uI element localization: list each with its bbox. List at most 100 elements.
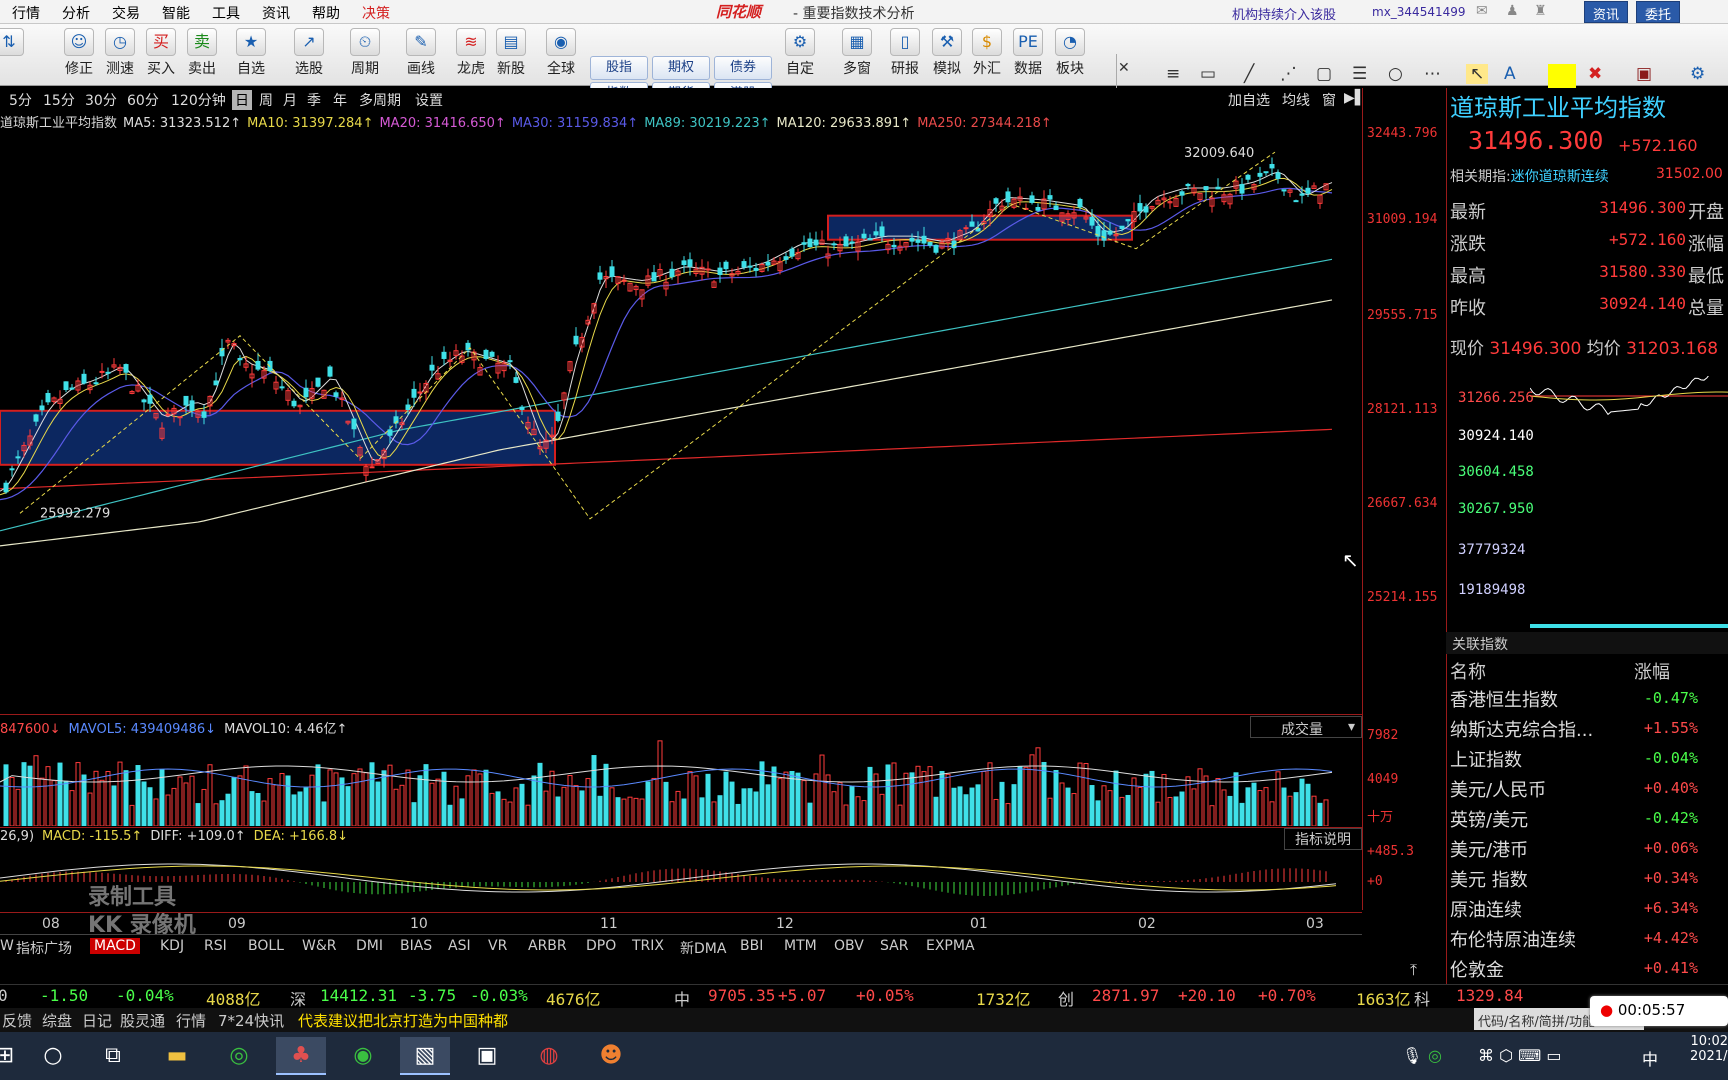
candle[interactable]: [879, 226, 885, 237]
candle[interactable]: [747, 265, 753, 268]
clock[interactable]: 10:022021/3: [1690, 1034, 1728, 1064]
candle[interactable]: [927, 242, 933, 246]
candle[interactable]: [801, 242, 807, 245]
candle[interactable]: [1257, 172, 1263, 177]
indicator-tab-13[interactable]: TRIX: [632, 938, 664, 954]
candle[interactable]: [1203, 186, 1209, 191]
app-icon[interactable]: ◍: [524, 1037, 574, 1075]
fib-icon[interactable]: ☰: [1352, 64, 1367, 84]
period-30m[interactable]: 30分: [82, 90, 120, 110]
candle[interactable]: [873, 231, 879, 236]
save-icon[interactable]: ▣: [1636, 64, 1652, 84]
related-row[interactable]: 美元/人民币 +0.40%: [1450, 776, 1728, 802]
candle[interactable]: [333, 392, 339, 397]
candlestick-chart[interactable]: 32009.640 25992.279: [0, 110, 1362, 712]
indicator-tab-1[interactable]: 指标广场: [16, 938, 72, 958]
toolbar-multiwindow[interactable]: ▦ 多窗: [834, 28, 880, 84]
bonds-button[interactable]: 债券: [714, 56, 772, 80]
candle[interactable]: [141, 399, 147, 403]
candle[interactable]: [1275, 172, 1281, 179]
candle[interactable]: [405, 404, 411, 411]
search-icon[interactable]: ○: [28, 1037, 78, 1075]
notice-text[interactable]: 机构持续介入该股: [1232, 4, 1336, 23]
related-row[interactable]: 纳斯达克综合指... +1.55%: [1450, 716, 1728, 742]
indicator-tab-15[interactable]: BBI: [740, 938, 763, 954]
candle[interactable]: [1035, 207, 1041, 211]
toolbar-research[interactable]: ▯ 研报: [882, 28, 928, 84]
indicator-tab-17[interactable]: OBV: [834, 938, 864, 954]
line-icon[interactable]: ╱: [1244, 64, 1254, 84]
candle[interactable]: [81, 373, 87, 384]
candle[interactable]: [843, 236, 849, 247]
toolbar-buy[interactable]: 买买入: [138, 28, 184, 84]
candle[interactable]: [831, 243, 837, 246]
candle[interactable]: [3, 482, 9, 493]
candle[interactable]: [279, 386, 285, 389]
candle[interactable]: [483, 349, 489, 360]
period-week[interactable]: 周: [256, 90, 276, 110]
candle[interactable]: [1137, 203, 1143, 212]
candle[interactable]: [1143, 206, 1149, 213]
candle[interactable]: [687, 259, 693, 267]
candle[interactable]: [807, 238, 813, 248]
candle[interactable]: [291, 400, 297, 407]
recorder-app-icon[interactable]: ▣: [462, 1037, 512, 1075]
candle[interactable]: [1245, 174, 1251, 180]
candle[interactable]: [783, 256, 789, 260]
candle[interactable]: [1125, 219, 1131, 222]
candle[interactable]: [351, 418, 357, 430]
ime-indicator[interactable]: 中: [1642, 1046, 1658, 1070]
mail-icon[interactable]: ✉: [1476, 3, 1488, 19]
label-icon[interactable]: ▭: [1200, 64, 1216, 84]
indicator-tab-3[interactable]: KDJ: [160, 938, 184, 954]
gear-icon[interactable]: ⚙: [1690, 64, 1705, 84]
period-5m[interactable]: 5分: [6, 90, 35, 110]
indicator-tab-2[interactable]: MACD: [90, 938, 140, 954]
point-icon[interactable]: ⋰: [1280, 64, 1297, 84]
candle[interactable]: [867, 238, 873, 241]
ma-button[interactable]: 均线: [1282, 90, 1310, 110]
toolbar-fix[interactable]: ☺ 修正: [56, 28, 102, 84]
candle[interactable]: [1185, 183, 1191, 187]
indicator-tab-16[interactable]: MTM: [784, 938, 817, 954]
bell-icon[interactable]: ♟: [1506, 3, 1519, 19]
indicator-tab-12[interactable]: DPO: [586, 938, 616, 954]
candle[interactable]: [1101, 230, 1107, 241]
candle[interactable]: [417, 391, 423, 394]
period-120m[interactable]: 120分钟: [168, 90, 229, 110]
related-row[interactable]: 上证指数 -0.04%: [1450, 746, 1728, 772]
candle[interactable]: [1089, 216, 1095, 226]
candle[interactable]: [915, 239, 921, 243]
wechat-icon[interactable]: ◎: [214, 1037, 264, 1075]
candle[interactable]: [849, 241, 855, 244]
candle[interactable]: [177, 416, 183, 419]
hline-icon[interactable]: ≡: [1166, 64, 1180, 84]
task-view-icon[interactable]: ⧉: [88, 1037, 138, 1075]
candle[interactable]: [315, 377, 321, 387]
toolbar-global[interactable]: ◉ 全球: [538, 28, 584, 84]
candle[interactable]: [813, 239, 819, 246]
period-15m[interactable]: 15分: [40, 90, 78, 110]
candle[interactable]: [741, 261, 747, 268]
candle[interactable]: [609, 266, 615, 277]
candle[interactable]: [45, 392, 51, 403]
candle[interactable]: [861, 233, 867, 239]
candle[interactable]: [1281, 189, 1287, 192]
candle[interactable]: [513, 377, 519, 383]
delete-icon[interactable]: ✖: [1588, 64, 1602, 84]
start-icon[interactable]: ⊞: [0, 1037, 30, 1075]
paint-icon[interactable]: ▧: [400, 1037, 450, 1075]
candle[interactable]: [651, 272, 657, 282]
menu-trade[interactable]: 交易: [112, 3, 140, 23]
period-quarter[interactable]: 季: [304, 90, 324, 110]
news-tab[interactable]: 行情: [176, 1010, 206, 1031]
candle[interactable]: [69, 387, 75, 390]
candle[interactable]: [1239, 184, 1245, 194]
candle[interactable]: [411, 388, 417, 398]
candle[interactable]: [507, 360, 513, 363]
menu-info[interactable]: 资讯: [262, 3, 290, 23]
candle[interactable]: [705, 268, 711, 271]
indicator-tab-5[interactable]: BOLL: [248, 938, 284, 954]
indicator-tab-6[interactable]: W&R: [302, 938, 337, 954]
candle[interactable]: [15, 456, 21, 459]
